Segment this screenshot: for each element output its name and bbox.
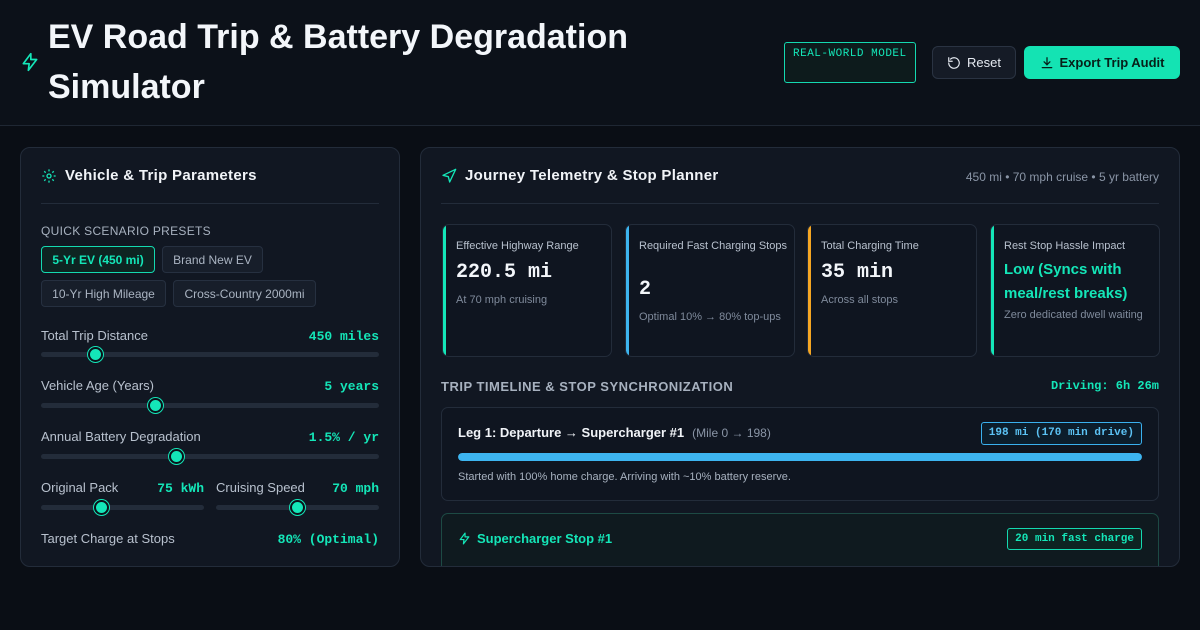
speed-slider-thumb[interactable] [290, 500, 305, 515]
timeline-leg-1: Leg 1: Departure → Supercharger #1 (Mile … [441, 407, 1159, 501]
age-slider-thumb[interactable] [148, 398, 164, 413]
stat-accent-bar [626, 225, 629, 356]
stat-label: Total Charging Time [821, 240, 919, 252]
age-value: 5 years [324, 379, 379, 394]
leg-distance-badge: 198 mi (170 min drive) [980, 422, 1142, 445]
leg-mile-range: (Mile 0 → 198) [692, 426, 771, 440]
driving-time: Driving: 6h 26m [1050, 379, 1159, 393]
reset-button[interactable]: Reset [932, 46, 1016, 79]
timeline-label: TRIP TIMELINE & STOP SYNCHRONIZATION [441, 379, 734, 394]
stat-value: 2 [639, 278, 652, 301]
preset-brand-new-ev[interactable]: Brand New EV [162, 246, 263, 273]
stop-charge-badge: 20 min fast charge [1007, 528, 1142, 550]
preset-cross-country[interactable]: Cross-Country 2000mi [173, 280, 316, 307]
page-title: EV Road Trip & Battery Degradation Simul… [48, 18, 628, 106]
target-charge-value: 80% (Optimal) [277, 532, 379, 547]
panel-header: Vehicle & Trip Parameters [41, 148, 379, 204]
speed-value: 70 mph [332, 481, 379, 496]
leg-description: Started with 100% home charge. Arriving … [458, 471, 791, 483]
preset-5yr-ev[interactable]: 5-Yr EV (450 mi) [41, 246, 155, 273]
preset-10yr-high-mileage[interactable]: 10-Yr High Mileage [41, 280, 166, 307]
panel-header: Journey Telemetry & Stop Planner 450 mi … [441, 148, 1159, 204]
degradation-slider-thumb[interactable] [168, 449, 184, 464]
trip-summary-meta: 450 mi • 70 mph cruise • 5 yr battery [965, 170, 1159, 184]
vehicle-trip-parameters-panel: Vehicle & Trip Parameters QUICK SCENARIO… [20, 147, 400, 567]
lightning-bolt-icon [459, 532, 470, 545]
stat-label: Effective Highway Range [456, 240, 579, 252]
reset-icon [948, 56, 960, 69]
navigation-arrow-icon [442, 168, 457, 183]
pack-value: 75 kWh [157, 481, 204, 496]
target-charge-label: Target Charge at Stops [41, 531, 175, 546]
download-icon [1041, 56, 1052, 68]
age-label: Vehicle Age (Years) [41, 378, 154, 393]
export-trip-audit-button[interactable]: Export Trip Audit [1024, 46, 1180, 79]
gear-icon [42, 168, 56, 183]
speed-label: Cruising Speed [216, 480, 305, 495]
stat-sub: Zero dedicated dwell waiting [1004, 309, 1143, 321]
presets-label: QUICK SCENARIO PRESETS [41, 224, 211, 238]
stop-title-text: Supercharger Stop #1 [477, 531, 613, 546]
pack-label: Original Pack [41, 480, 119, 495]
distance-label: Total Trip Distance [41, 328, 148, 343]
stat-label: Required Fast Charging Stops [639, 240, 787, 252]
stat-value: Low (Syncs with meal/rest breaks) [1004, 261, 1128, 302]
stop-title: Supercharger Stop #1 [458, 531, 612, 546]
pack-slider-thumb[interactable] [93, 500, 109, 515]
stat-accent-bar [443, 225, 446, 356]
leg-progress-bar [458, 453, 1142, 461]
lightning-bolt-icon [22, 52, 38, 72]
degradation-slider[interactable] [41, 454, 379, 459]
timeline-stop-1: Supercharger Stop #1 20 min fast charge [441, 513, 1159, 566]
leg-title: Leg 1: Departure → Supercharger #1 (Mile … [458, 425, 771, 440]
model-badge: REAL-WORLD MODEL [784, 42, 916, 83]
panel-title: Journey Telemetry & Stop Planner [465, 167, 719, 184]
stat-sub: Across all stops [821, 294, 899, 306]
stat-sub: Optimal 10% → 80% top-ups [639, 311, 781, 323]
stat-value: 220.5 mi [456, 261, 553, 284]
distance-value: 450 miles [308, 329, 379, 344]
panel-title: Vehicle & Trip Parameters [65, 167, 257, 184]
leg-title-text: Leg 1: Departure → Supercharger #1 [458, 425, 685, 440]
stat-card-charging-stops: Required Fast Charging Stops 2 Optimal 1… [625, 224, 795, 357]
stat-value: 35 min [821, 261, 894, 284]
stat-label: Rest Stop Hassle Impact [1004, 240, 1126, 252]
stat-card-rest-stop-impact: Rest Stop Hassle Impact Low (Syncs with … [990, 224, 1160, 357]
degradation-label: Annual Battery Degradation [41, 429, 201, 444]
stat-accent-bar [808, 225, 811, 356]
reset-label: Reset [967, 55, 1001, 70]
degradation-value: 1.5% / yr [308, 430, 379, 445]
stat-sub: At 70 mph cruising [456, 294, 548, 306]
export-label: Export Trip Audit [1059, 55, 1165, 70]
leg-progress-fill [458, 453, 1142, 461]
age-slider[interactable] [41, 403, 379, 408]
stat-card-charging-time: Total Charging Time 35 min Across all st… [807, 224, 977, 357]
stat-accent-bar [991, 225, 994, 356]
pack-slider[interactable] [41, 505, 204, 510]
journey-telemetry-panel: Journey Telemetry & Stop Planner 450 mi … [420, 147, 1180, 567]
distance-slider-thumb[interactable] [87, 347, 103, 362]
stat-card-highway-range: Effective Highway Range 220.5 mi At 70 m… [442, 224, 612, 357]
app-header: EV Road Trip & Battery Degradation Simul… [0, 0, 1200, 126]
